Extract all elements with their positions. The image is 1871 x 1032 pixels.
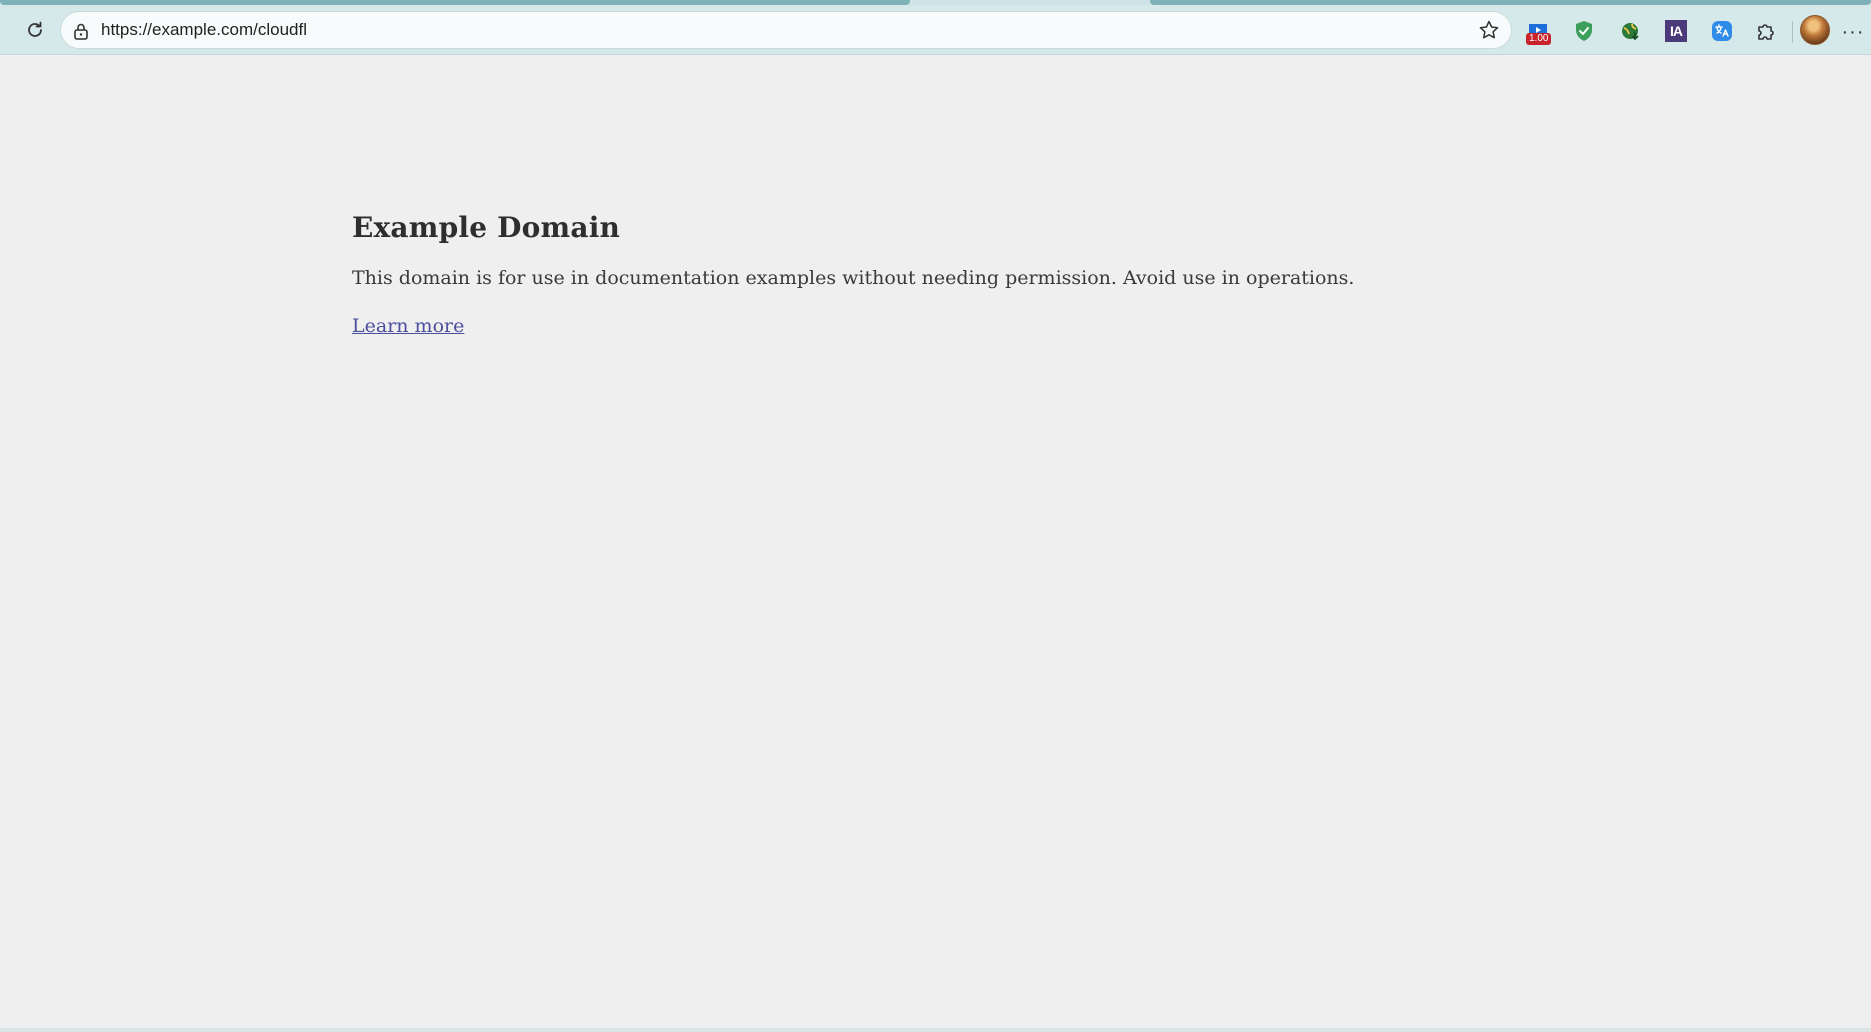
page-description: This domain is for use in documentation … <box>352 267 1355 289</box>
page-viewport: Example Domain This domain is for use in… <box>0 56 1871 1028</box>
learn-more-link[interactable]: Learn more <box>352 315 464 337</box>
url-text[interactable]: https://example.com/cloudfl <box>101 12 307 48</box>
ia-icon[interactable]: IA <box>1662 17 1690 45</box>
page-title: Example Domain <box>352 211 621 244</box>
bookmark-star-icon[interactable] <box>1473 14 1505 46</box>
menu-button[interactable]: ··· <box>1838 17 1868 47</box>
ia-label: IA <box>1670 23 1683 39</box>
more-icon: ··· <box>1841 21 1865 43</box>
avatar[interactable] <box>1800 15 1830 45</box>
video-speed-icon[interactable]: 1.00 <box>1524 17 1552 45</box>
reload-button[interactable] <box>18 13 52 47</box>
extension-badge: 1.00 <box>1526 33 1552 45</box>
shield-check-icon[interactable] <box>1570 17 1598 45</box>
browser-window: https://example.com/cloudfl 1.00 IA ··· … <box>0 0 1871 1032</box>
address-bar[interactable]: https://example.com/cloudfl <box>60 11 1512 49</box>
globe-download-icon[interactable] <box>1616 17 1644 45</box>
browser-toolbar: https://example.com/cloudfl 1.00 IA ··· <box>0 5 1871 55</box>
toolbar-divider <box>1792 21 1793 43</box>
translate-icon[interactable] <box>1708 17 1736 45</box>
reload-icon <box>28 21 42 37</box>
lock-icon[interactable] <box>71 21 91 41</box>
window-bottom-edge <box>0 1028 1871 1032</box>
puzzle-icon[interactable] <box>1752 17 1780 45</box>
page-content: Example Domain This domain is for use in… <box>352 210 1552 340</box>
